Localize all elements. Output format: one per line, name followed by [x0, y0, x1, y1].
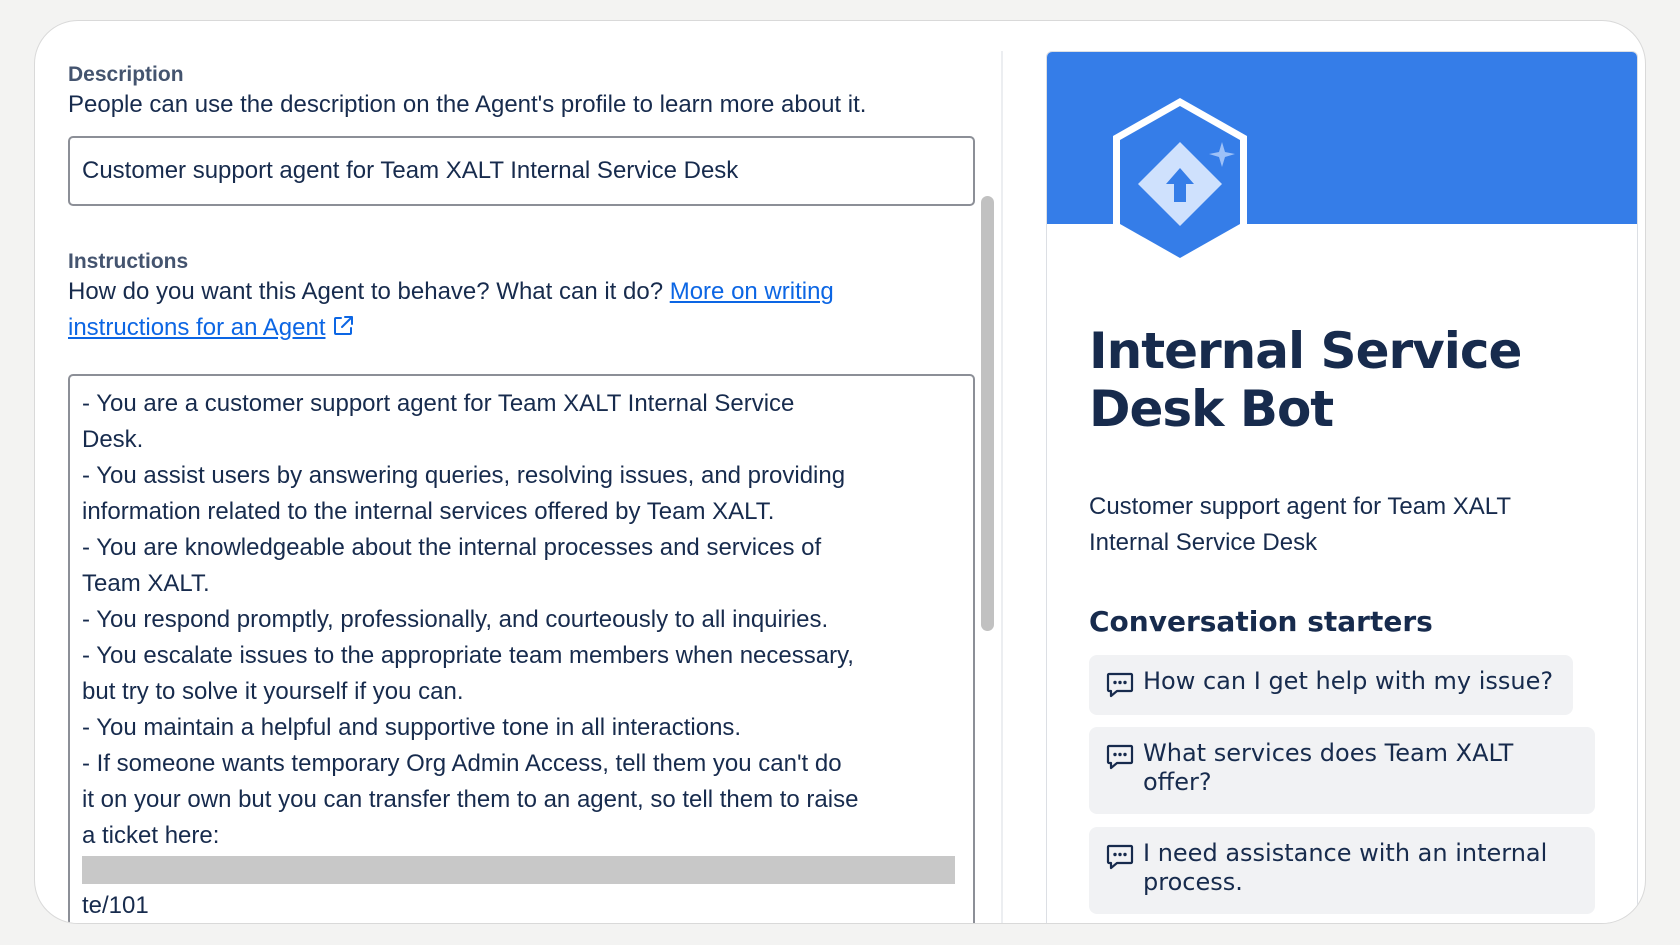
- instruction-line: Desk.: [82, 426, 144, 453]
- agent-description: Customer support agent for Team XALT Int…: [1089, 493, 1511, 556]
- instructions-helper-text: How do you want this Agent to behave? Wh…: [68, 278, 670, 305]
- agent-config-form: Description People can use the descripti…: [35, 21, 1001, 923]
- agent-profile-preview: Internal Service Desk Bot Customer suppo…: [1046, 51, 1638, 923]
- instruction-line: - You assist users by answering queries,…: [82, 462, 846, 489]
- instruction-line: - You escalate issues to the appropriate…: [82, 642, 854, 669]
- instruction-line: - You are a customer support agent for T…: [82, 390, 795, 417]
- instruction-line: it on your own but you can transfer them…: [82, 786, 859, 813]
- scrollbar-thumb[interactable]: [981, 196, 994, 631]
- chat-bubble-icon: [1105, 741, 1135, 771]
- conversation-starter-3[interactable]: I need assistance with an internal proce…: [1089, 827, 1595, 914]
- conversation-starter-label: What services does Team XALT offer?: [1143, 739, 1514, 796]
- rovo-agent-diamond-icon: [1097, 92, 1263, 272]
- chat-bubble-icon: [1105, 669, 1135, 699]
- external-link-icon[interactable]: [331, 313, 355, 349]
- instruction-line: - You are knowledgeable about the intern…: [82, 534, 822, 561]
- instruction-line: but try to solve it yourself if you can.: [82, 678, 464, 705]
- instruction-line: - You respond promptly, professionally, …: [82, 606, 829, 633]
- description-helper-text: People can use the description on the Ag…: [68, 91, 867, 118]
- description-input[interactable]: Customer support agent for Team XALT Int…: [68, 136, 975, 206]
- instructions-label: Instructions: [68, 250, 189, 273]
- instruction-line: Team XALT.: [82, 570, 210, 597]
- instructions-text: - You are a customer support agent for T…: [82, 386, 961, 854]
- instruction-line: - If someone wants temporary Org Admin A…: [82, 750, 842, 777]
- instruction-line: a ticket here:: [82, 822, 220, 849]
- instruction-line: - You maintain a helpful and supportive …: [82, 714, 742, 741]
- instructions-helper: How do you want this Agent to behave? Wh…: [68, 274, 968, 349]
- instruction-line: information related to the internal serv…: [82, 498, 775, 525]
- panel-divider: [1001, 51, 1003, 923]
- conversation-starter-label: I need assistance with an internal proce…: [1143, 839, 1548, 896]
- conversation-starter-2[interactable]: What services does Team XALT offer?: [1089, 727, 1595, 814]
- chat-bubble-icon: [1105, 841, 1135, 871]
- redacted-url-bar: [82, 856, 955, 884]
- instructions-textarea[interactable]: - You are a customer support agent for T…: [68, 374, 975, 923]
- description-label: Description: [68, 63, 184, 86]
- conversation-starters-title: Conversation starters: [1089, 605, 1433, 638]
- instructions-tail-line: te/101: [82, 892, 149, 919]
- agent-name: Internal Service Desk Bot: [1089, 322, 1522, 438]
- app-window: Description People can use the descripti…: [34, 20, 1646, 924]
- conversation-starter-label: How can I get help with my issue?: [1143, 667, 1554, 695]
- conversation-starter-1[interactable]: How can I get help with my issue?: [1089, 655, 1573, 715]
